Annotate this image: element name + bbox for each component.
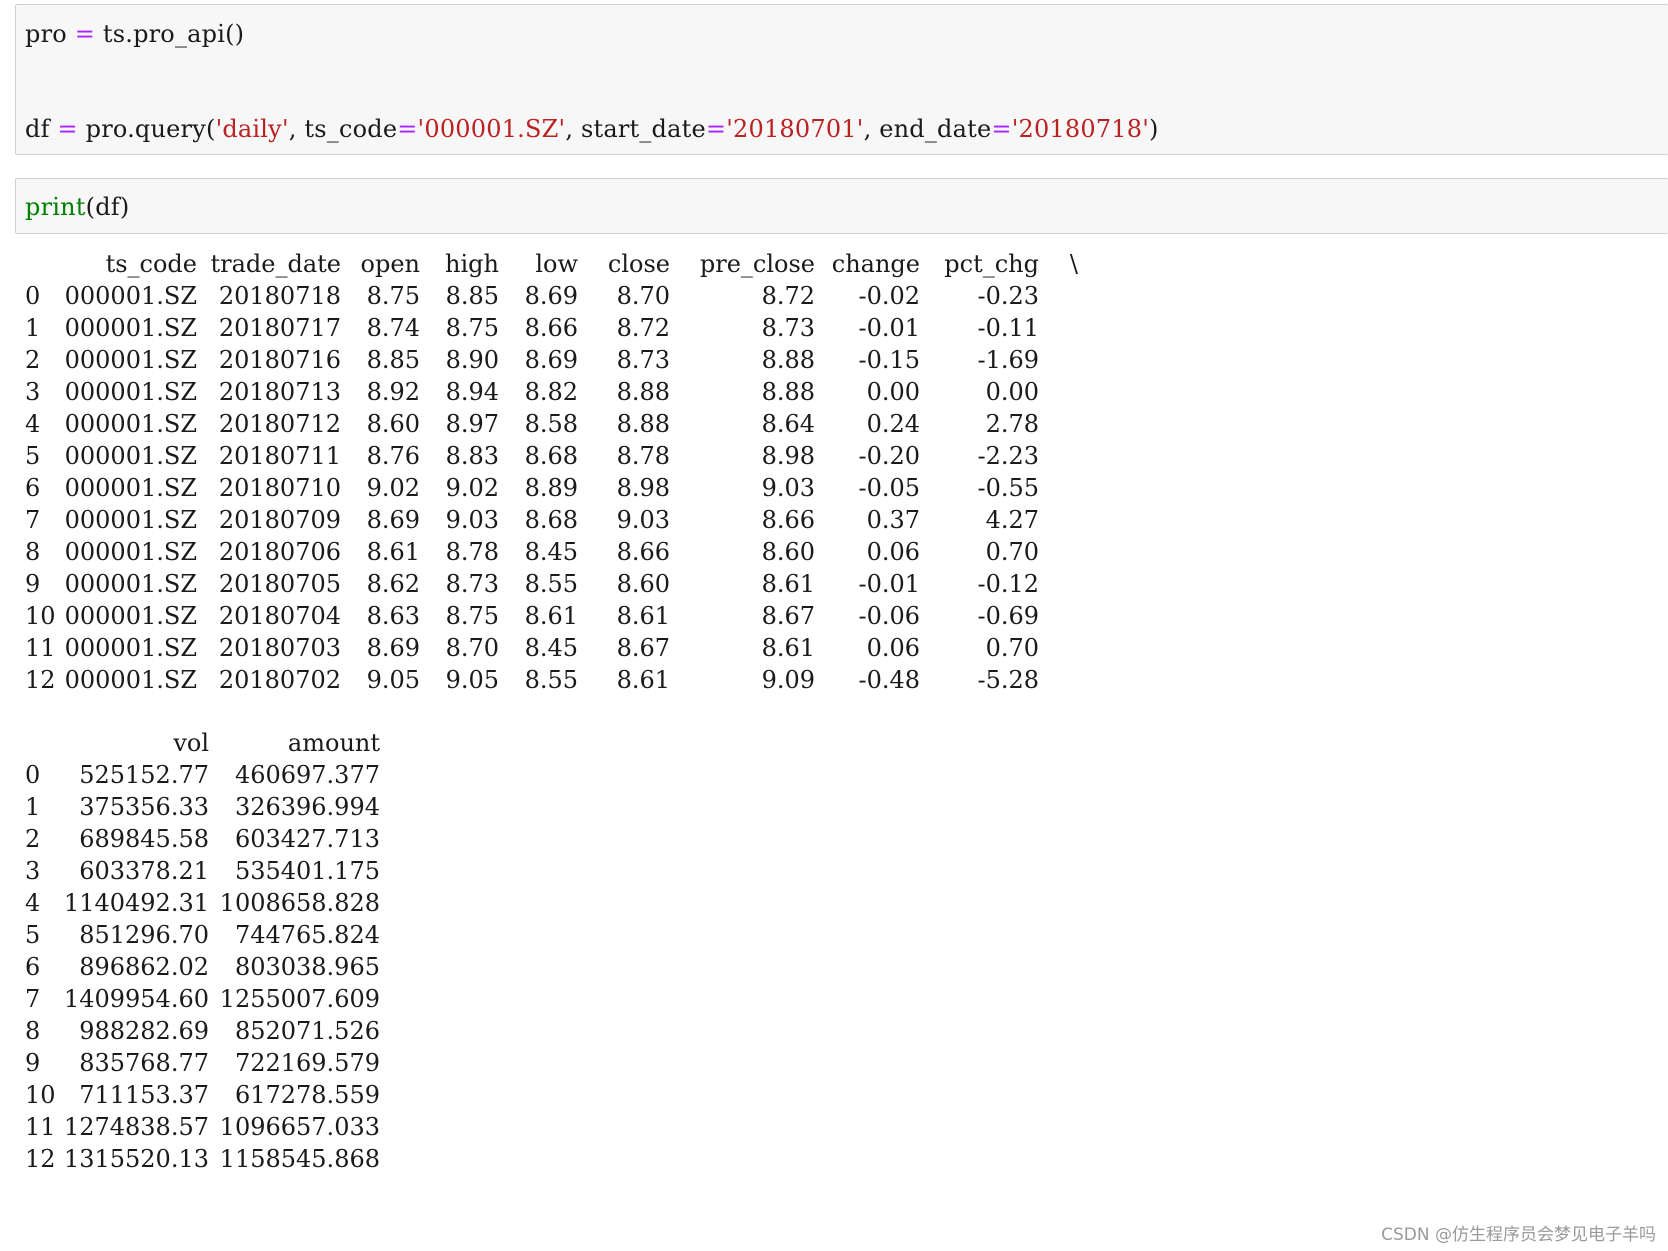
table-cell: -0.55	[977, 474, 1039, 502]
table-cell: 1255007.609	[219, 985, 380, 1013]
table-cell: 617278.559	[234, 1081, 380, 1109]
cell-output: ts_code trade_date open high low close pre_clo…	[25, 248, 1225, 1178]
table-cell: -5.28	[977, 666, 1039, 694]
code-cell-1[interactable]: pro = ts.pro_api() df = pro.query('daily…	[15, 4, 1668, 155]
table-cell: 0.70	[985, 538, 1039, 566]
table-cell: 535401.175	[234, 857, 380, 885]
table-cell: 0.00	[985, 378, 1039, 406]
table-cell: -0.11	[977, 314, 1039, 342]
table-cell: -0.69	[977, 602, 1039, 630]
code-line-1: pro = ts.pro_api()	[25, 20, 245, 48]
table-cell: 2.78	[985, 410, 1039, 438]
column-header: \	[1069, 250, 1078, 278]
table-cell: -2.23	[977, 442, 1039, 470]
table-cell: -1.69	[977, 346, 1039, 374]
table-cell: -0.23	[977, 282, 1039, 310]
table-cell: 460697.377	[234, 761, 380, 789]
table-cell: 1158545.868	[219, 1145, 380, 1173]
table-cell: 603427.713	[234, 825, 380, 853]
table-cell: 722169.579	[234, 1049, 380, 1077]
table-cell: 803038.965	[234, 953, 380, 981]
code-cell-2[interactable]: print(df)	[15, 178, 1668, 234]
csdn-watermark: CSDN @仿生程序员会梦见电子羊吗	[1381, 1225, 1656, 1245]
table-cell: 0.70	[985, 634, 1039, 662]
code-line-print: print(df)	[25, 193, 130, 221]
table-cell: 852071.526	[234, 1017, 380, 1045]
table-cell: 1096657.033	[219, 1113, 380, 1141]
table-cell: 4.27	[985, 506, 1039, 534]
table-cell: -0.12	[977, 570, 1039, 598]
column-header: amount	[287, 729, 380, 757]
table-cell: 1008658.828	[219, 889, 380, 917]
table-cell: 744765.824	[234, 921, 380, 949]
table-cell: 326396.994	[234, 793, 380, 821]
code-line-2: df = pro.query('daily', ts_code='000001.…	[25, 115, 1159, 143]
